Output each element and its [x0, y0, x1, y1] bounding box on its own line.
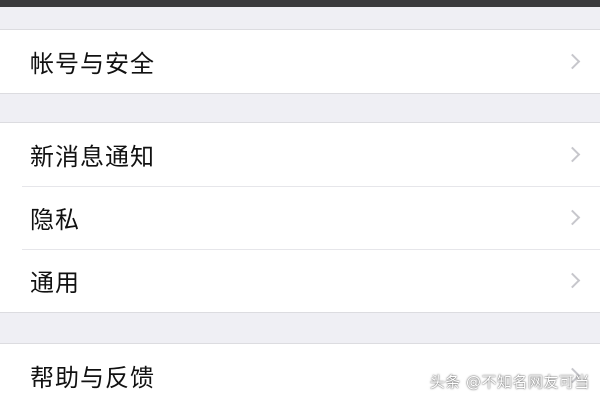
- chevron-right-icon: [564, 272, 581, 288]
- settings-screen: 帐号与安全 新消息通知 隐私 通用 帮助与反馈 头条 @不知名网友可当: [0, 0, 600, 400]
- settings-group-account: 帐号与安全: [0, 29, 600, 94]
- row-label: 帮助与反馈: [30, 364, 155, 392]
- settings-row-general[interactable]: 通用: [0, 249, 600, 312]
- chevron-right-icon: [564, 146, 581, 162]
- settings-group-general: 新消息通知 隐私 通用: [0, 122, 600, 313]
- source-watermark: 头条 @不知名网友可当: [429, 373, 590, 391]
- row-label: 隐私: [30, 206, 80, 234]
- chevron-right-icon: [564, 209, 581, 225]
- status-bar-edge: [0, 0, 600, 7]
- settings-row-privacy[interactable]: 隐私: [0, 186, 600, 249]
- row-label: 帐号与安全: [30, 50, 155, 78]
- settings-row-notifications[interactable]: 新消息通知: [0, 123, 600, 186]
- settings-row-account-security[interactable]: 帐号与安全: [0, 30, 600, 93]
- chevron-right-icon: [564, 53, 581, 69]
- row-label: 新消息通知: [30, 143, 155, 171]
- row-label: 通用: [30, 269, 80, 297]
